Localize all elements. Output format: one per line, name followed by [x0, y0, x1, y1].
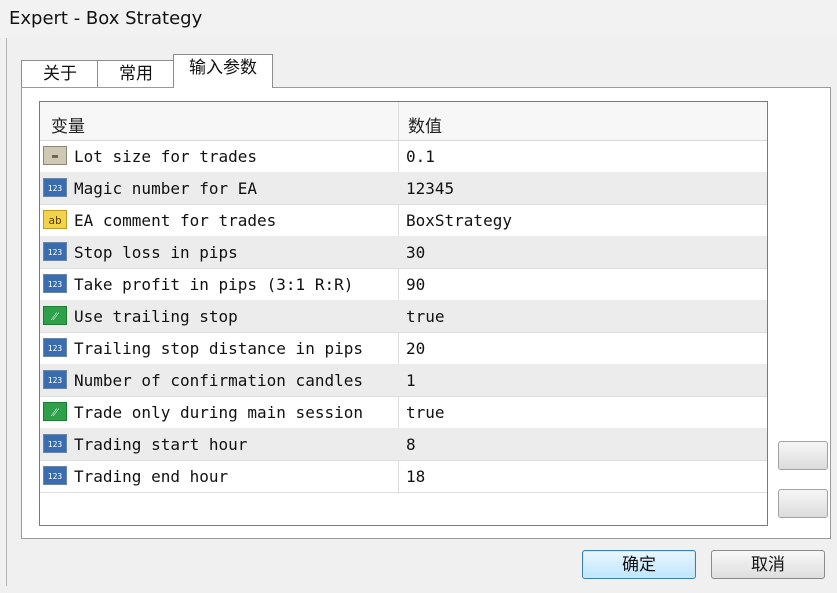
input-name: Number of confirmation candles	[74, 371, 363, 390]
input-value[interactable]: true	[406, 307, 445, 326]
grid-header: 变量 数值	[40, 102, 767, 141]
input-value[interactable]: 90	[406, 275, 425, 294]
input-row[interactable]: 123 Number of confirmation candles 1	[40, 364, 767, 397]
input-value[interactable]: 0.1	[406, 147, 435, 166]
input-name: Trade only during main session	[74, 403, 363, 422]
load-button[interactable]	[778, 441, 828, 470]
column-header-value[interactable]: 数值	[408, 112, 442, 137]
input-name: Trailing stop distance in pips	[74, 339, 363, 358]
column-header-variable[interactable]: 变量	[51, 112, 85, 137]
input-row[interactable]: 123 Stop loss in pips 30	[40, 236, 767, 269]
tab-common[interactable]: 常用	[97, 60, 175, 87]
input-name: Stop loss in pips	[74, 243, 238, 262]
input-row[interactable]: 123 Take profit in pips (3:1 R:R) 90	[40, 268, 767, 301]
save-button[interactable]	[778, 489, 828, 518]
input-value[interactable]: 18	[406, 467, 425, 486]
input-row[interactable]: 123 Trading end hour 18	[40, 460, 767, 493]
title-bar: Expert - Box Strategy	[0, 0, 837, 38]
tab-about[interactable]: 关于	[21, 60, 99, 87]
integer-icon: 123	[43, 466, 67, 485]
bool-icon: ⁄⁄	[43, 402, 67, 421]
input-name: Take profit in pips (3:1 R:R)	[74, 275, 354, 294]
input-row[interactable]: 123 Trailing stop distance in pips 20	[40, 332, 767, 365]
input-row[interactable]: ▬ Lot size for trades 0.1	[40, 140, 767, 173]
double-icon: ▬	[43, 146, 67, 165]
input-value[interactable]: 30	[406, 243, 425, 262]
integer-icon: 123	[43, 274, 67, 293]
input-value[interactable]: 1	[406, 371, 416, 390]
cancel-button[interactable]: 取消	[711, 550, 825, 579]
integer-icon: 123	[43, 338, 67, 357]
input-value[interactable]: BoxStrategy	[406, 211, 512, 230]
input-name: Lot size for trades	[74, 147, 258, 166]
dialog-client-area: 关于 常用 输入参数 变量 数值 ▬ Lot size for trades 0…	[6, 38, 832, 586]
tab-inputs[interactable]: 输入参数	[173, 54, 273, 88]
input-value[interactable]: 12345	[406, 179, 454, 198]
ok-button[interactable]: 确定	[582, 550, 696, 579]
window-title: Expert - Box Strategy	[9, 8, 203, 29]
input-row[interactable]: 123 Trading start hour 8	[40, 428, 767, 461]
input-value[interactable]: true	[406, 403, 445, 422]
input-value[interactable]: 8	[406, 435, 416, 454]
input-name: Trading start hour	[74, 435, 248, 454]
input-name: Magic number for EA	[74, 179, 258, 198]
string-icon: ab	[43, 210, 67, 229]
expert-properties-dialog: Expert - Box Strategy 关于 常用 输入参数 变量 数值 ▬…	[0, 0, 837, 593]
input-row[interactable]: 123 Magic number for EA 12345	[40, 172, 767, 205]
input-row[interactable]: ⁄⁄ Trade only during main session true	[40, 396, 767, 429]
input-row[interactable]: ⁄⁄ Use trailing stop true	[40, 300, 767, 333]
input-name: EA comment for trades	[74, 211, 277, 230]
integer-icon: 123	[43, 178, 67, 197]
integer-icon: 123	[43, 434, 67, 453]
bool-icon: ⁄⁄	[43, 306, 67, 325]
input-value[interactable]: 20	[406, 339, 425, 358]
integer-icon: 123	[43, 242, 67, 261]
inputs-grid: 变量 数值 ▬ Lot size for trades 0.1 123 Magi…	[39, 101, 768, 526]
input-row[interactable]: ab EA comment for trades BoxStrategy	[40, 204, 767, 237]
input-name: Use trailing stop	[74, 307, 238, 326]
inputs-tab-panel: 变量 数值 ▬ Lot size for trades 0.1 123 Magi…	[21, 87, 831, 539]
input-name: Trading end hour	[74, 467, 229, 486]
integer-icon: 123	[43, 370, 67, 389]
